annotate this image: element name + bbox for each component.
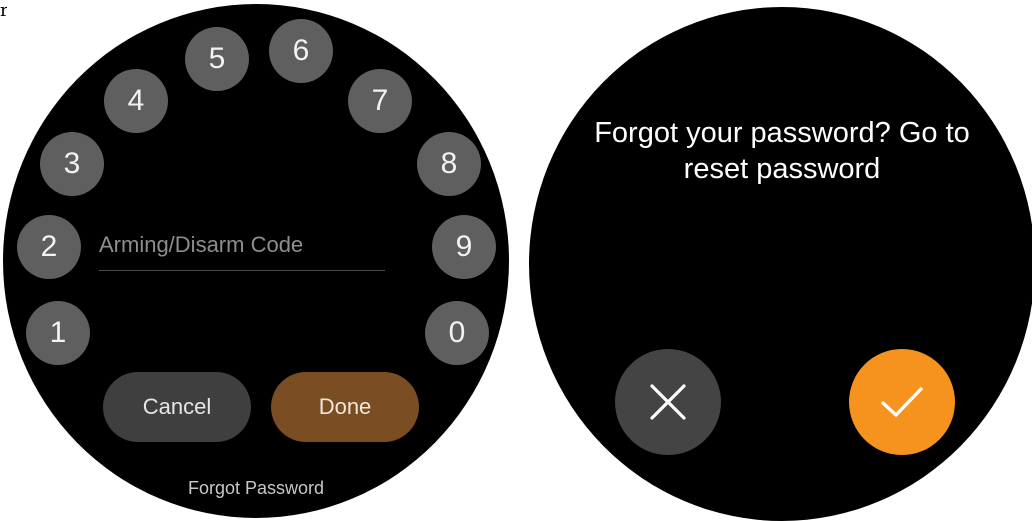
cancel-button[interactable]: Cancel [103,372,251,442]
key-1[interactable]: 1 [26,301,90,365]
watch-screen-keypad: 1 2 3 4 5 6 7 8 9 0 Cancel Done Forgot P… [3,4,509,518]
done-button[interactable]: Done [271,372,419,442]
key-7[interactable]: 7 [348,69,412,133]
watch-screen-reset-prompt: Forgot your password? Go to reset passwo… [529,7,1032,521]
dismiss-button[interactable] [615,349,721,455]
code-input[interactable] [99,224,385,271]
key-0[interactable]: 0 [425,301,489,365]
key-5[interactable]: 5 [185,27,249,91]
key-9[interactable]: 9 [432,215,496,279]
confirm-button[interactable] [849,349,955,455]
close-icon [650,384,686,420]
edge-glyph: r [0,4,7,18]
key-4[interactable]: 4 [104,69,168,133]
forgot-password-link[interactable]: Forgot Password [3,478,509,499]
key-6[interactable]: 6 [269,19,333,83]
check-icon [881,387,923,417]
key-8[interactable]: 8 [417,132,481,196]
key-3[interactable]: 3 [40,132,104,196]
key-2[interactable]: 2 [17,215,81,279]
reset-password-message: Forgot your password? Go to reset passwo… [594,117,970,185]
